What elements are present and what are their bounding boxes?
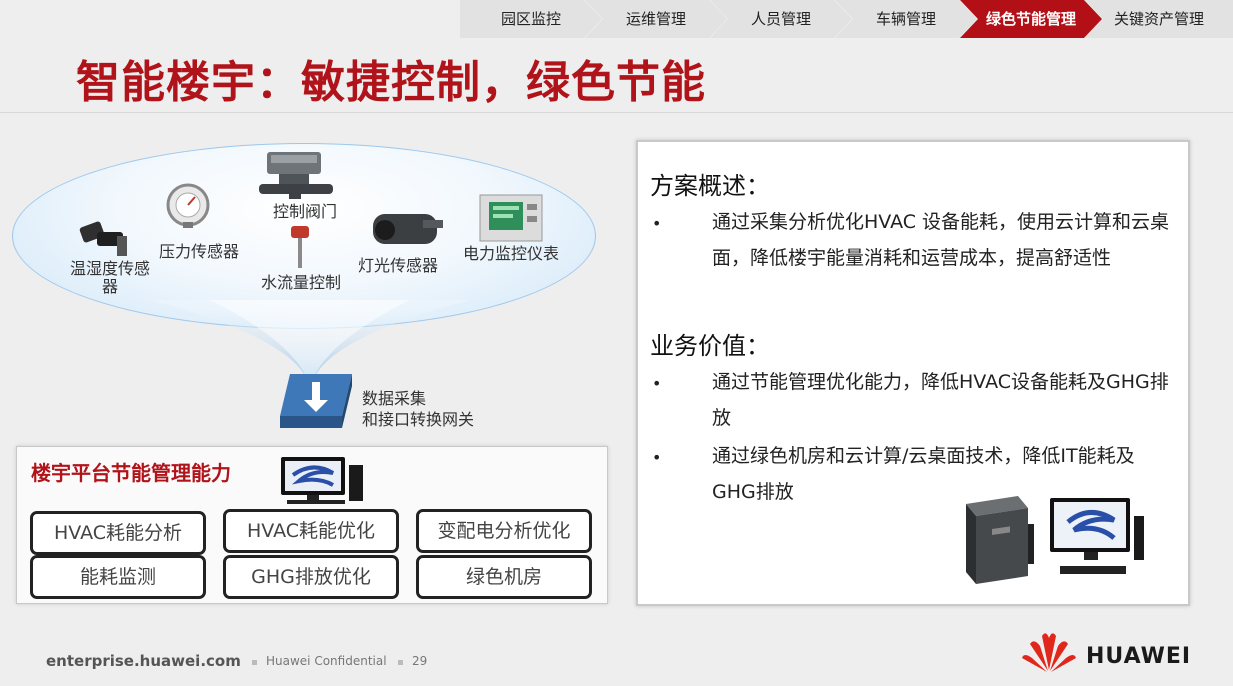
temp-humidity-sensor-icon [79,221,127,256]
title-divider [0,112,1233,113]
capability-hvac-optimization[interactable]: HVAC耗能优化 [223,509,399,553]
top-navigation: 园区监控 运维管理 人员管理 车辆管理 绿色节能管理 关键资产管理 [460,0,1233,38]
gateway-label-line1: 数据采集 [362,389,427,408]
bullet-marker: • [652,214,662,233]
light-sensor-icon [373,214,443,244]
nav-tab-operations[interactable]: 运维管理 [585,0,727,38]
capability-energy-monitoring[interactable]: 能耗监测 [30,555,206,599]
power-meter-label: 电力监控仪表 [463,244,560,263]
footer-website: enterprise.huawei.com [46,652,241,670]
capability-hvac-analysis[interactable]: HVAC耗能分析 [30,511,206,555]
server-appliance-icon [966,496,1034,584]
computer-icon [281,457,363,504]
pressure-sensor-label: 压力传感器 [158,242,239,261]
overview-bullet: 通过采集分析优化HVAC 设备能耗，使用云计算和云桌面，降低楼宇能量消耗和运营成… [712,211,1170,269]
control-valve-icon [259,152,333,199]
nav-tab-vehicles[interactable]: 车辆管理 [835,0,977,38]
platform-title: 楼宇平台节能管理能力 [31,461,231,485]
footer-separator [252,660,257,665]
capability-power-distribution[interactable]: 变配电分析优化 [416,509,592,553]
platform-capabilities-panel: 楼宇平台节能管理能力 HVAC耗能分析 HVAC耗能优化 变配电分析优化 能耗监… [16,446,608,604]
gateway-icon [280,374,352,428]
overview-title: 方案概述： [650,172,770,200]
capability-ghg-optimization[interactable]: GHG排放优化 [223,555,399,599]
nav-tab-key-assets[interactable]: 关键资产管理 [1085,0,1233,38]
desktop-computer-icon [1050,498,1144,574]
pressure-sensor-icon [166,183,210,228]
nav-tab-personnel[interactable]: 人员管理 [710,0,852,38]
page-number: 29 [412,654,428,668]
bullet-marker: • [652,374,662,393]
brand-name: HUAWEI [1086,644,1192,669]
nav-tab-green-energy[interactable]: 绿色节能管理 [960,0,1102,38]
footer-separator [398,660,403,665]
power-meter-icon [479,194,543,242]
value-bullet-1: 通过节能管理优化能力，降低HVAC设备能耗及GHG排放 [712,371,1169,429]
water-flow-control-icon [291,226,309,268]
light-sensor-label: 灯光传感器 [357,256,438,275]
value-title: 业务价值： [650,332,770,360]
temp-humidity-sensor-label: 温湿度传感器 [69,259,150,296]
huawei-logo-icon [1022,633,1076,672]
bullet-marker: • [652,448,662,467]
nav-tab-park-monitoring[interactable]: 园区监控 [460,0,602,38]
page-title: 智能楼宇：敏捷控制，绿色节能 [76,57,706,108]
gateway-label-line2: 和接口转换网关 [362,410,475,429]
gateway-label: 数据采集 和接口转换网关 [362,388,474,430]
description-panel: 方案概述： • 通过采集分析优化HVAC 设备能耗，使用云计算和云桌面，降低楼宇… [636,140,1190,606]
capability-green-datacenter[interactable]: 绿色机房 [416,555,592,599]
footer-confidential: Huawei Confidential [266,654,387,668]
water-flow-control-label: 水流量控制 [260,273,341,292]
control-valve-label: 控制阀门 [272,202,337,221]
